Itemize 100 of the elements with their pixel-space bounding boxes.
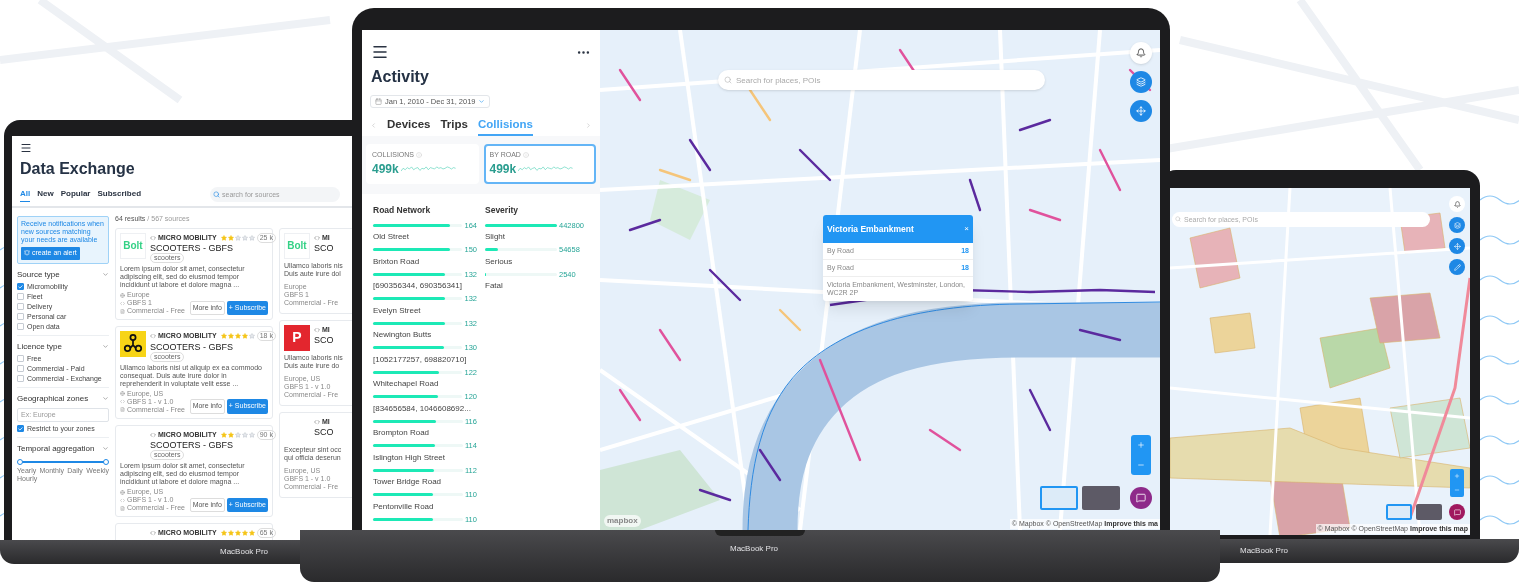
move-icon xyxy=(1453,242,1461,250)
pencil-icon xyxy=(1453,263,1461,271)
scooter-logo-icon xyxy=(120,331,146,357)
road-name: Islington High Street xyxy=(373,451,447,464)
stat-value: 499k xyxy=(489,161,517,178)
checkbox[interactable] xyxy=(17,355,24,362)
bell-icon xyxy=(1453,200,1461,208)
code-icon xyxy=(150,333,156,340)
sparkline xyxy=(400,165,457,173)
meta-icon xyxy=(120,308,125,314)
menu-icon[interactable] xyxy=(20,142,32,154)
logo: Bolt xyxy=(120,232,146,259)
search-field[interactable]: Search for places, POIs xyxy=(718,70,1045,90)
source-title: SCO xyxy=(314,243,334,253)
slider-thumb[interactable] xyxy=(17,458,23,465)
tab[interactable]: All xyxy=(20,187,31,202)
road-name: Brompton Road xyxy=(373,427,431,439)
source-title: SCOOTERS - GBFS xyxy=(150,243,234,253)
tab[interactable]: Trips xyxy=(440,116,468,136)
tab[interactable]: Subscribed xyxy=(97,187,142,202)
code-icon xyxy=(150,530,156,537)
checkbox[interactable] xyxy=(17,303,24,310)
popup-title: Victoria Embankment xyxy=(827,222,914,236)
chat-icon xyxy=(1453,508,1461,516)
chevron-icon[interactable] xyxy=(102,395,109,402)
layers-icon xyxy=(1453,221,1461,229)
meta-icon xyxy=(120,505,125,511)
chat-icon xyxy=(1136,493,1146,503)
meta-icon xyxy=(120,497,125,503)
slider-thumb[interactable] xyxy=(103,458,109,465)
street-style-thumbnail[interactable] xyxy=(1386,504,1412,520)
satellite-style-thumbnail[interactable] xyxy=(1416,504,1442,520)
road-name: Pentonville Road xyxy=(373,500,435,513)
code-icon xyxy=(314,234,320,241)
stat-value: 499k xyxy=(372,161,399,178)
road-name: Slight xyxy=(485,231,506,243)
chevron-icon[interactable] xyxy=(102,271,109,278)
road-name: [690356344, 690356341] xyxy=(373,280,463,292)
meta-icon xyxy=(120,399,125,404)
meta-icon xyxy=(120,489,125,495)
device-label: MacBook Pro xyxy=(220,546,269,558)
search-icon xyxy=(1175,216,1181,222)
search-icon xyxy=(724,76,732,84)
checkbox[interactable] xyxy=(17,375,24,382)
code-icon xyxy=(314,326,320,333)
checkbox[interactable] xyxy=(17,323,24,330)
road-name: Serious xyxy=(485,255,514,268)
info-icon xyxy=(416,151,422,158)
page-title: Data Exchange xyxy=(20,159,136,179)
tab[interactable]: New xyxy=(37,187,54,202)
logo: Bolt xyxy=(284,232,310,259)
chevron-icon xyxy=(478,98,486,106)
tab[interactable]: Popular xyxy=(60,187,91,202)
filter-title: Geographical zones xyxy=(17,392,89,405)
road-name: Whitechapel Road xyxy=(373,378,440,390)
layers-icon xyxy=(1136,77,1146,87)
device-label: MacBook Pro xyxy=(1240,545,1289,557)
checkbox[interactable] xyxy=(17,365,24,372)
minus-icon xyxy=(1137,461,1145,469)
meta-icon xyxy=(120,407,125,412)
filter-title: Licence type xyxy=(17,340,62,353)
chevron-icon[interactable] xyxy=(102,343,109,350)
calendar-icon xyxy=(375,98,382,106)
mapbox-logo: mapbox xyxy=(604,515,641,527)
road-name: Tower Bridge Road xyxy=(373,476,443,488)
chevron-left-icon[interactable] xyxy=(370,122,377,130)
road-name: Evelyn Street xyxy=(373,304,422,317)
bell-icon xyxy=(24,250,30,257)
source-title: SCO xyxy=(314,427,334,437)
checkbox[interactable] xyxy=(17,293,24,300)
code-icon xyxy=(150,431,156,438)
menu-icon[interactable] xyxy=(371,43,389,61)
satellite-style-thumbnail[interactable] xyxy=(1082,486,1120,510)
chevron-icon[interactable] xyxy=(102,445,109,452)
road-name: Newington Butts xyxy=(373,329,433,341)
logo: P xyxy=(284,324,310,351)
source-title: SCOOTERS - GBFS xyxy=(150,440,234,450)
checkbox[interactable] xyxy=(17,313,24,320)
source-title: SCO xyxy=(314,335,334,345)
road-name: [1052177257, 698820710] xyxy=(373,353,468,366)
road-name: Fatal xyxy=(485,280,504,292)
panel-title: Activity xyxy=(370,67,430,87)
street-style-thumbnail[interactable] xyxy=(1040,486,1078,510)
road-name: Brixton Road xyxy=(373,255,421,268)
meta-icon xyxy=(120,300,125,306)
filter-title: Temporal aggregation xyxy=(17,442,95,455)
meta-icon xyxy=(120,391,125,396)
filter-title: Source type xyxy=(17,268,60,281)
source-title: SCOOTERS - GBFS xyxy=(150,341,234,352)
plus-icon xyxy=(1454,473,1460,479)
checkbox[interactable] xyxy=(17,283,24,290)
tab[interactable]: Devices xyxy=(387,116,431,136)
road-name: Old Street xyxy=(373,231,410,243)
code-icon xyxy=(150,234,156,241)
code-icon xyxy=(314,418,320,425)
search-icon xyxy=(213,191,220,198)
road-name: [834656584, 1046608692... xyxy=(373,402,472,415)
info-icon xyxy=(522,151,529,158)
chevron-right-icon[interactable] xyxy=(585,122,592,130)
checkbox[interactable] xyxy=(17,425,24,432)
